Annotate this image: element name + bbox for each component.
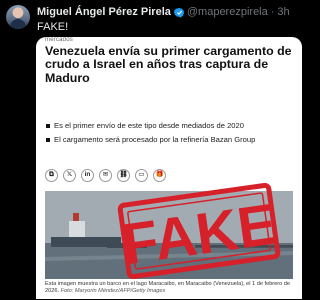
- tweet[interactable]: Miguel Ángel Pérez Pirela @maperezpirela…: [0, 0, 315, 300]
- photo-caption: Esta imagen muestra un barco en el lago …: [45, 281, 293, 296]
- bullet-item: El cargamento será procesado por la refi…: [45, 135, 293, 145]
- article-bullets: Es el primer envío de este tipo desde me…: [45, 121, 293, 149]
- gift-icon[interactable]: 🎁: [153, 169, 166, 182]
- author-name[interactable]: Miguel Ángel Pérez Pirela: [37, 5, 171, 19]
- share-bar: ⧉ 𝕏 in ✉ ⛓ ▭ 🎁: [45, 169, 166, 182]
- article-headline: Venezuela envía su primer cargamento de …: [45, 44, 292, 85]
- article-screenshot[interactable]: mercados Venezuela envía su primer carga…: [36, 37, 302, 299]
- email-icon[interactable]: ✉: [99, 169, 112, 182]
- tweet-header: Miguel Ángel Pérez Pirela @maperezpirela…: [37, 5, 290, 19]
- tweet-text: FAKE!: [37, 21, 69, 33]
- bullet-item: Es el primer envío de este tipo desde me…: [45, 121, 293, 131]
- separator: ·: [270, 6, 275, 18]
- chat-icon[interactable]: ▭: [135, 169, 148, 182]
- link-icon[interactable]: ⛓: [117, 169, 130, 182]
- verified-badge-icon: [173, 7, 185, 17]
- linkedin-icon[interactable]: in: [81, 169, 94, 182]
- x-icon[interactable]: 𝕏: [63, 169, 76, 182]
- timestamp[interactable]: 3h: [277, 5, 289, 19]
- author-handle[interactable]: @maperezpirela: [187, 5, 268, 19]
- article-kicker: mercados: [45, 37, 73, 43]
- copy-icon[interactable]: ⧉: [45, 169, 58, 182]
- photo-credit: Foto: Maryorin Méndez/AFP/Getty Images: [60, 288, 166, 295]
- avatar[interactable]: [6, 5, 30, 29]
